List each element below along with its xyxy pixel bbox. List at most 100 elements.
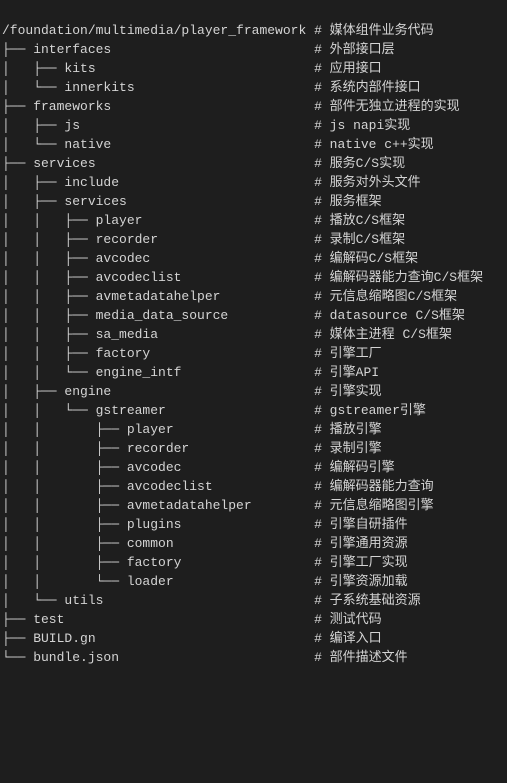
entry-comment: 部件描述文件 [330,650,408,665]
tree-line: │ │ ├── avmetadatahelper # 元信息缩略图C/S框架 [2,287,505,306]
tree-line: │ │ └── engine_intf # 引擎API [2,363,505,382]
comment-marker: # [314,384,330,399]
entry-comment: 编解码C/S框架 [330,251,418,266]
tree-line: │ ├── kits # 应用接口 [2,59,505,78]
tree-line: │ │ ├── recorder # 录制引擎 [2,439,505,458]
comment-marker: # [314,251,330,266]
comment-marker: # [314,118,330,133]
comment-marker: # [314,175,330,190]
comment-marker: # [314,194,330,209]
tree-line: ├── services # 服务C/S实现 [2,154,505,173]
tree-line: │ ├── engine # 引擎实现 [2,382,505,401]
tree-line: │ └── native # native c++实现 [2,135,505,154]
tree-line: │ │ ├── factory # 引擎工厂实现 [2,553,505,572]
entry-comment: 编解码器能力查询C/S框架 [330,270,483,285]
tree-line: │ ├── js # js napi实现 [2,116,505,135]
comment-marker: # [314,479,330,494]
entry-left: ├── frameworks [2,99,314,114]
comment-marker: # [314,270,330,285]
comment-marker: # [314,631,330,646]
entry-comment: 编译入口 [330,631,382,646]
entry-left: │ └── utils [2,593,314,608]
tree-line: │ │ ├── factory # 引擎工厂 [2,344,505,363]
entry-left: │ │ ├── avcodeclist [2,479,314,494]
entry-comment: 录制C/S框架 [330,232,405,247]
entry-left: │ └── native [2,137,314,152]
entry-left: │ ├── include [2,175,314,190]
tree-line: │ │ ├── plugins # 引擎自研插件 [2,515,505,534]
comment-marker: # [314,536,330,551]
tree-line: │ │ └── loader # 引擎资源加载 [2,572,505,591]
entry-comment: native c++实现 [330,137,434,152]
root-comment: 媒体组件业务代码 [330,23,434,38]
entry-comment: 录制引擎 [330,441,382,456]
tree-line: │ │ ├── common # 引擎通用资源 [2,534,505,553]
comment-marker: # [314,99,330,114]
tree-line: │ ├── include # 服务对外头文件 [2,173,505,192]
entry-left: │ │ ├── avmetadatahelper [2,289,314,304]
comment-marker: # [314,422,330,437]
entry-left: │ │ └── loader [2,574,314,589]
entry-left: ├── BUILD.gn [2,631,314,646]
comment-marker: # [314,555,330,570]
entry-comment: 播放C/S框架 [330,213,405,228]
entry-comment: 引擎工厂 [330,346,382,361]
comment-marker: # [314,80,330,95]
tree-line: │ │ ├── recorder # 录制C/S框架 [2,230,505,249]
comment-marker: # [314,61,330,76]
comment-marker: # [314,612,330,627]
entry-comment: 播放引擎 [330,422,382,437]
tree-line: │ └── utils # 子系统基础资源 [2,591,505,610]
tree-line: │ │ ├── player # 播放C/S框架 [2,211,505,230]
comment-marker: # [314,213,330,228]
entry-left: │ │ ├── avcodec [2,460,314,475]
comment-marker: # [314,156,330,171]
entry-left: └── bundle.json [2,650,314,665]
entry-left: │ ├── kits [2,61,314,76]
entry-comment: 编解码器能力查询 [330,479,434,494]
entry-left: │ │ ├── sa_media [2,327,314,342]
entry-left: │ │ ├── common [2,536,314,551]
entry-left: │ │ ├── recorder [2,441,314,456]
entry-left: │ │ ├── player [2,422,314,437]
tree-line: │ │ ├── player # 播放引擎 [2,420,505,439]
comment-marker: # [314,441,330,456]
entry-left: │ ├── js [2,118,314,133]
entry-left: │ ├── engine [2,384,314,399]
entry-comment: 服务对外头文件 [330,175,421,190]
entry-comment: 媒体主进程 C/S框架 [330,327,452,342]
entry-left: │ │ └── engine_intf [2,365,314,380]
root-path: /foundation/multimedia/player_framework [2,23,314,38]
entry-comment: 编解码引擎 [330,460,395,475]
comment-marker: # [314,23,330,38]
comment-marker: # [314,517,330,532]
entry-comment: 服务C/S实现 [330,156,405,171]
entry-comment: 应用接口 [330,61,382,76]
comment-marker: # [314,327,330,342]
entry-comment: 元信息缩略图C/S框架 [330,289,457,304]
entry-comment: 引擎实现 [330,384,382,399]
entry-left: │ │ ├── avmetadatahelper [2,498,314,513]
entry-comment: 元信息缩略图引擎 [330,498,434,513]
comment-marker: # [314,232,330,247]
comment-marker: # [314,593,330,608]
comment-marker: # [314,498,330,513]
entry-left: │ │ └── gstreamer [2,403,314,418]
entry-left: ├── interfaces [2,42,314,57]
comment-marker: # [314,137,330,152]
entry-comment: 引擎通用资源 [330,536,408,551]
entry-comment: 系统内部件接口 [330,80,421,95]
entry-comment: 引擎工厂实现 [330,555,408,570]
entry-comment: 部件无独立进程的实现 [330,99,460,114]
entry-left: │ │ ├── plugins [2,517,314,532]
comment-marker: # [314,42,330,57]
tree-line: ├── test # 测试代码 [2,610,505,629]
tree-line: ├── interfaces # 外部接口层 [2,40,505,59]
tree-line: │ │ ├── avcodeclist # 编解码器能力查询C/S框架 [2,268,505,287]
entry-comment: 测试代码 [330,612,382,627]
entry-comment: 外部接口层 [330,42,395,57]
tree-line: └── bundle.json # 部件描述文件 [2,648,505,667]
entry-comment: 服务框架 [330,194,382,209]
comment-marker: # [314,650,330,665]
entry-left: │ └── innerkits [2,80,314,95]
